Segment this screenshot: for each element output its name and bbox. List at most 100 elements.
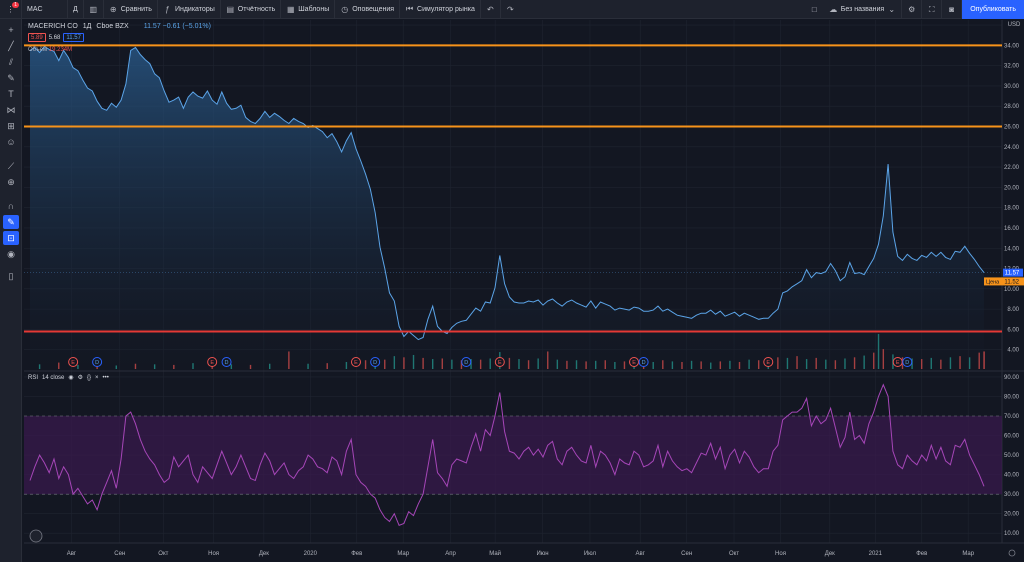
volume-label: Объём xyxy=(28,47,48,53)
templates-icon: ▦ xyxy=(286,4,295,14)
interval-button[interactable]: Д xyxy=(68,0,84,19)
buy-price-box[interactable]: 11.57 xyxy=(63,33,84,42)
symbol-search[interactable]: MAC xyxy=(22,0,68,19)
time-tick-label: Авг xyxy=(636,551,646,557)
price-tick-label: 28.00 xyxy=(1004,104,1020,110)
eye-icon: ◉ xyxy=(7,248,15,259)
volume-value: 19.234M xyxy=(48,47,73,53)
indicator-icon: ƒ xyxy=(165,4,170,14)
settings-button[interactable]: ⚙ xyxy=(902,0,923,19)
alerts-label: Оповещения xyxy=(352,5,395,13)
interval-label: Д xyxy=(73,5,78,13)
layout-select-button[interactable]: □ xyxy=(805,0,824,19)
pattern-tool[interactable]: ⋈ xyxy=(3,103,19,117)
compare-button[interactable]: ⊕ Сравнить xyxy=(104,0,158,19)
simulator-button[interactable]: ⏮ Симулятор рынка xyxy=(400,0,481,19)
redo-icon: ↷ xyxy=(507,4,514,14)
reports-button[interactable]: ▤ Отчётность xyxy=(221,0,282,19)
camera-icon: ◙ xyxy=(949,5,955,14)
close-icon[interactable]: × xyxy=(95,375,99,381)
crosshair-tool[interactable]: + xyxy=(3,23,19,37)
magnet-icon: ∩ xyxy=(7,201,15,211)
rsi-tick-label: 50.00 xyxy=(1004,453,1020,459)
ruler-icon: ⊞ xyxy=(7,120,15,131)
delete-drawings-tool[interactable]: ▯ xyxy=(3,269,19,283)
bar-style-icon: ▥ xyxy=(89,4,98,14)
measure-tool[interactable]: ⊞ xyxy=(3,119,19,133)
price-tick-label: 6.00 xyxy=(1007,327,1019,333)
braces-icon[interactable]: {} xyxy=(87,375,91,381)
brush-tool[interactable]: ✎ xyxy=(3,71,19,85)
more-icon[interactable]: ••• xyxy=(103,375,109,381)
crosshair-icon: + xyxy=(8,25,14,35)
spread-value: 5.68 xyxy=(48,34,61,41)
time-tick-label: Дек xyxy=(259,551,269,557)
smiley-icon: ☺ xyxy=(6,137,16,147)
chart-canvas: E D E D E D D E E D E E DUSD34.0032.0030.0028.0026.0… xyxy=(24,20,1024,557)
price-tick-label: 30.00 xyxy=(1004,84,1020,90)
price-area xyxy=(30,46,984,371)
drawing-toolbar: + ╱ ⫽ ✎ T ⋈ ⊞ ☺ ⟋ ⊕ ∩ ✎ ⊡ ◉ ▯ xyxy=(0,19,22,562)
brush-icon: ✎ xyxy=(7,72,15,83)
event-marker-label: E xyxy=(498,360,502,366)
event-marker-label: E xyxy=(210,360,214,366)
symbol-title[interactable]: MACERICH CO xyxy=(28,23,78,30)
templates-button[interactable]: ▦ Шаблоны xyxy=(281,0,336,19)
magnet-tool[interactable]: ∩ xyxy=(3,199,19,213)
time-tick-label: 2021 xyxy=(869,551,883,557)
currency-label: USD xyxy=(1008,22,1021,28)
event-marker-label: E xyxy=(71,360,75,366)
rsi-params: 14 close xyxy=(42,374,65,381)
chart-legend: MACERICH CO 1Д Cboe BZX 11.57 −0.61 (−5.… xyxy=(28,21,211,42)
menu-button[interactable]: ⋮ 1 xyxy=(0,0,22,19)
templates-label: Шаблоны xyxy=(298,5,330,13)
time-tick-label: Июн xyxy=(536,551,548,557)
sell-price-box[interactable]: 5.89 xyxy=(28,33,46,42)
fib-tool[interactable]: ⫽ xyxy=(3,55,19,69)
eye-icon[interactable]: ◉ xyxy=(68,374,73,381)
fullscreen-button[interactable]: ⛶ xyxy=(922,0,943,19)
square-icon: □ xyxy=(811,5,817,14)
trendline-icon: ╱ xyxy=(8,40,14,51)
time-tick-label: Июл xyxy=(584,551,597,557)
zoom-tool[interactable]: ⊕ xyxy=(3,175,19,189)
gear-icon[interactable]: ⚙ xyxy=(78,374,83,381)
event-marker-label: E xyxy=(632,360,636,366)
chevron-down-icon: ⌄ xyxy=(888,5,896,14)
layout-name[interactable]: ☁ Без названия ⌄ xyxy=(824,0,903,19)
time-tick-label: Ноя xyxy=(775,551,786,557)
alerts-button[interactable]: ◷ Оповещения xyxy=(335,0,401,19)
stay-drawing-tool[interactable]: ✎ xyxy=(3,215,19,229)
undo-icon: ↶ xyxy=(487,4,494,14)
event-marker-label: E xyxy=(896,360,900,366)
simulator-label: Симулятор рынка xyxy=(417,5,475,13)
event-marker-label: D xyxy=(373,360,377,366)
emoji-tool[interactable]: ☺ xyxy=(3,135,19,149)
lock-icon: ⊡ xyxy=(7,232,15,243)
redo-button[interactable]: ↷ xyxy=(501,0,520,19)
undo-button[interactable]: ↶ xyxy=(481,0,501,19)
time-tick-label: Апр xyxy=(445,551,456,557)
lock-drawings-tool[interactable]: ⊡ xyxy=(3,231,19,245)
publish-button[interactable]: Опубликовать xyxy=(962,0,1024,19)
ruler-tool[interactable]: ⟋ xyxy=(3,159,19,173)
text-tool[interactable]: T xyxy=(3,87,19,101)
legend-change: 11.57 −0.61 (−5.01%) xyxy=(143,22,211,30)
snapshot-button[interactable]: ◙ xyxy=(942,0,963,19)
prev-close-label: 11.52 xyxy=(1004,279,1019,285)
top-toolbar: ⋮ 1 MAC Д ▥ ⊕ Сравнить ƒ Индикаторы ▤ От… xyxy=(0,0,1024,19)
indicators-button[interactable]: ƒ Индикаторы xyxy=(158,0,221,19)
time-tick-label: Мар xyxy=(962,551,974,557)
time-axis: Авг Сен Окт Ноя Дек 2020 Фев Мар Апр Май Июн Июл Авг… xyxy=(67,550,975,557)
chart-style-button[interactable]: ▥ xyxy=(84,0,104,19)
price-tick-label: 24.00 xyxy=(1004,145,1020,151)
time-tick-label: Сен xyxy=(114,551,125,557)
trendline-tool[interactable]: ╱ xyxy=(3,39,19,53)
hide-drawings-tool[interactable]: ◉ xyxy=(3,247,19,261)
price-tick-label: 22.00 xyxy=(1004,165,1020,171)
price-tick-label: 16.00 xyxy=(1004,226,1020,232)
price-tick-label: 10.00 xyxy=(1004,287,1020,293)
pencil-lock-icon: ✎ xyxy=(7,216,15,227)
rsi-tick-label: 10.00 xyxy=(1004,531,1020,537)
plus-circle-icon: ⊕ xyxy=(109,4,117,14)
